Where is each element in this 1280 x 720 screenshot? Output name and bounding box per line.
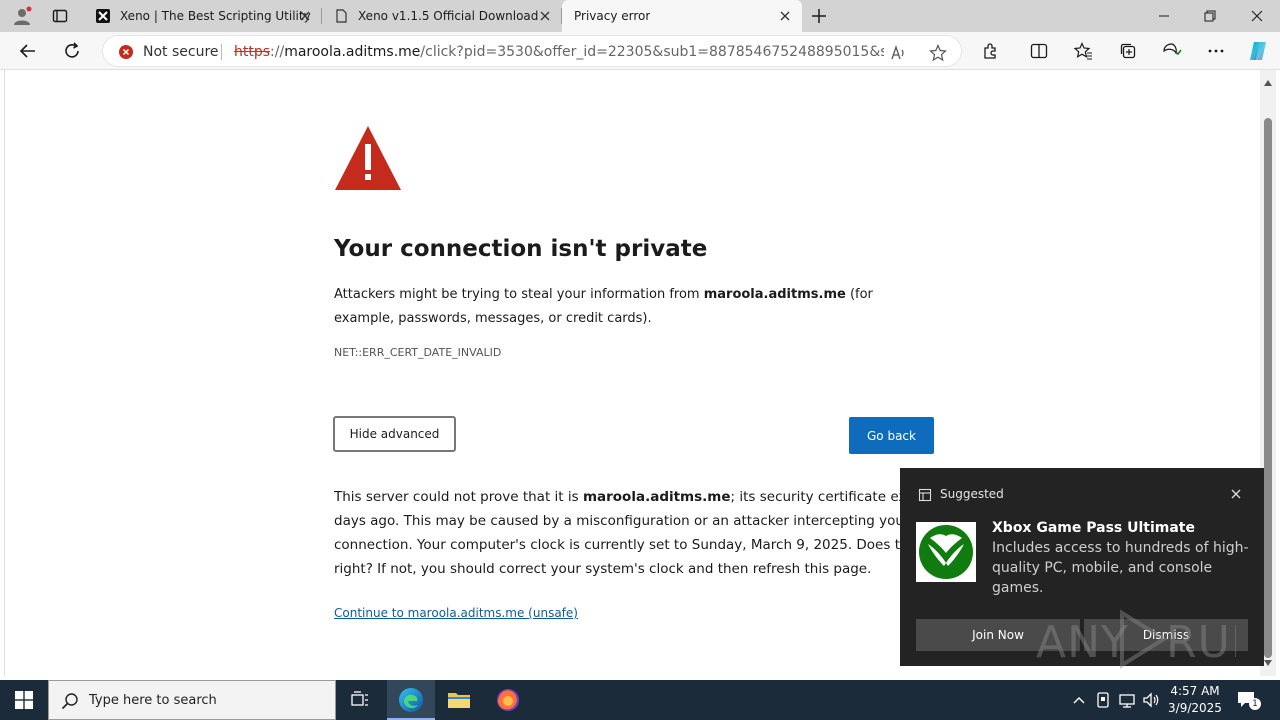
scroll-up-arrow-icon[interactable] [1264, 80, 1272, 86]
tab-xeno-home[interactable]: Xeno | The Best Scripting Utility [84, 0, 322, 32]
start-button[interactable] [0, 680, 48, 720]
more-options-icon[interactable] [1206, 41, 1226, 61]
app-description: Includes access to hundreds of high-qual… [992, 540, 1249, 596]
join-now-button[interactable]: Join Now [916, 619, 1080, 651]
url-scheme: https [234, 44, 271, 60]
warning-triangle-icon [335, 126, 401, 190]
clock-time: 4:57 AM [1170, 684, 1220, 698]
browser-essentials-icon[interactable] [1162, 41, 1182, 61]
search-icon [61, 693, 78, 710]
advanced-line: right? If not, you should correct your s… [334, 561, 872, 577]
notification-center-button[interactable]: 1 [1236, 689, 1261, 711]
tab-actions-icon[interactable] [52, 8, 68, 24]
close-icon [1251, 10, 1263, 22]
tab-xeno-download[interactable]: Xeno v1.1.5 Official Download [322, 0, 562, 32]
error-description: Attackers might be trying to steal your … [334, 283, 914, 331]
close-tab-icon[interactable] [298, 9, 312, 23]
scroll-down-arrow-icon[interactable] [1264, 660, 1272, 666]
read-aloud-icon[interactable] [889, 44, 907, 62]
close-tab-icon[interactable] [538, 9, 552, 23]
collections-icon[interactable] [1118, 41, 1138, 61]
address-toolbar: Not secure https://maroola.aditms.me/cli… [0, 32, 1280, 70]
tab-bar: Xeno | The Best Scripting Utility Xeno v… [0, 0, 1280, 32]
edge-icon [399, 688, 423, 712]
volume-icon[interactable] [1141, 690, 1161, 710]
go-back-button[interactable]: Go back [849, 417, 934, 454]
favorite-star-icon[interactable] [929, 44, 947, 62]
taskbar-file-explorer[interactable] [435, 680, 483, 720]
advanced-suffix: ; its security certificate expire [730, 489, 914, 505]
url-path: /click?pid=3530&offer_id=22305&sub1=8878… [420, 44, 884, 60]
device-icon[interactable] [1093, 690, 1113, 710]
desc-host: maroola.aditms.me [703, 287, 846, 302]
advanced-line: This server could not prove that it is m… [334, 485, 914, 509]
split-screen-icon[interactable] [1029, 41, 1049, 61]
app-title: Xbox Game Pass Ultimate [992, 520, 1195, 536]
taskbar-firefox[interactable] [484, 680, 532, 720]
desc-prefix: Attackers might be trying to steal your … [334, 287, 704, 302]
favorites-icon[interactable] [1073, 41, 1093, 61]
windows-logo-icon [15, 691, 33, 709]
refresh-icon[interactable] [62, 41, 82, 61]
notification-count: 1 [1249, 698, 1261, 710]
xbox-logo-icon [916, 522, 976, 582]
new-tab-icon[interactable] [810, 7, 828, 25]
hide-advanced-button[interactable]: Hide advanced [333, 416, 456, 452]
dismiss-button[interactable]: Dismiss [1084, 619, 1248, 651]
firefox-icon [497, 689, 519, 711]
extensions-icon[interactable] [981, 41, 1001, 61]
advanced-line: connection. Your computer's clock is cur… [334, 537, 914, 553]
back-arrow-icon[interactable] [18, 41, 38, 61]
suggested-label: Suggested [940, 487, 1004, 501]
url-host: maroola.aditms.me [284, 44, 421, 60]
task-view-button[interactable] [336, 680, 384, 720]
tab-title: Privacy error [574, 9, 651, 23]
url-text[interactable]: https://maroola.aditms.me/click?pid=3530… [234, 44, 884, 60]
close-window-button[interactable] [1234, 0, 1280, 32]
network-icon[interactable] [1117, 690, 1137, 710]
search-placeholder: Type here to search [89, 693, 217, 708]
advanced-details: This server could not prove that it is m… [334, 485, 914, 581]
clock-date: 3/9/2025 [1168, 701, 1222, 715]
not-secure-icon[interactable] [119, 45, 133, 59]
profile-icon[interactable] [12, 6, 32, 26]
suggested-icon [918, 488, 932, 502]
taskbar-search[interactable]: Type here to search [48, 680, 336, 720]
taskbar-edge[interactable] [387, 680, 435, 720]
clock[interactable]: 4:57 AM 3/9/2025 [1168, 683, 1222, 717]
page-icon [336, 9, 347, 23]
tab-title: Xeno | The Best Scripting Utility [120, 9, 311, 23]
show-hidden-icons-icon[interactable] [1069, 690, 1089, 710]
address-bar[interactable]: Not secure https://maroola.aditms.me/cli… [102, 35, 962, 67]
advanced-host: maroola.aditms.me [582, 489, 731, 505]
tab-title: Xeno v1.1.5 Official Download [358, 9, 539, 23]
page-title: Your connection isn't private [334, 236, 708, 262]
restore-icon [1204, 10, 1216, 22]
suggested-notification: Suggested Xbox Game Pass Ultimate Includ… [900, 468, 1264, 666]
close-tab-icon[interactable] [778, 9, 792, 23]
url-separator: :// [270, 44, 285, 60]
copilot-icon[interactable] [1247, 40, 1269, 62]
close-icon[interactable] [1229, 487, 1243, 501]
taskbar: Type here to search 4:57 AM 3/9/2025 1 [0, 680, 1280, 720]
restore-button[interactable] [1187, 0, 1233, 32]
tab-privacy-error[interactable]: Privacy error [562, 0, 802, 32]
minimize-icon [1159, 15, 1169, 17]
divider [221, 44, 222, 60]
scroll-thumb[interactable] [1264, 118, 1272, 658]
xeno-favicon-icon [96, 9, 110, 23]
advanced-line: days ago. This may be caused by a miscon… [334, 513, 910, 529]
error-code[interactable]: NET::ERR_CERT_DATE_INVALID [334, 346, 501, 359]
task-view-icon [351, 691, 368, 706]
security-label[interactable]: Not secure [143, 44, 219, 60]
advanced-prefix: This server could not prove that it is [334, 489, 583, 505]
minimize-button[interactable] [1141, 0, 1187, 32]
continue-unsafe-link[interactable]: Continue to maroola.aditms.me (unsafe) [334, 606, 578, 620]
folder-icon [448, 693, 470, 708]
